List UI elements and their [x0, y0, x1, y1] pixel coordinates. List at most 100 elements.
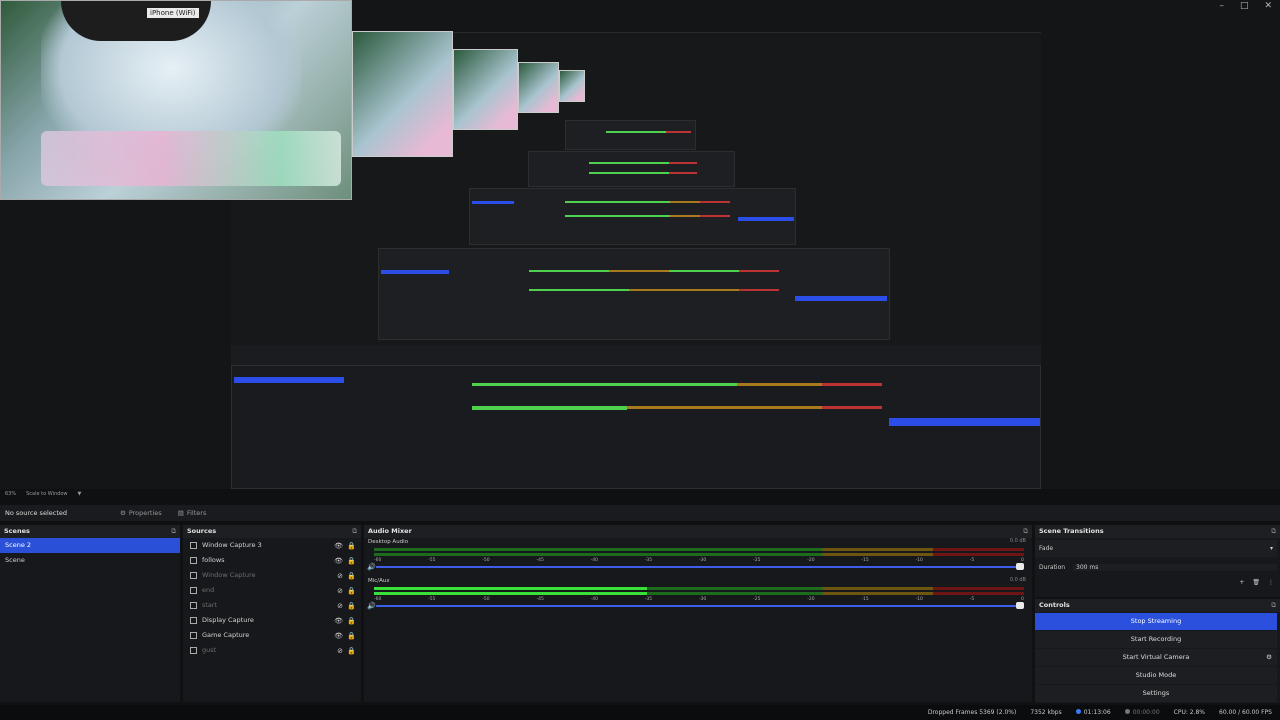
source-item[interactable]: Game Capture 👁 🔒: [183, 628, 361, 643]
mixer-channel: Desktop Audio 0.0 dB -60 -55 -50 -45 -40 -35 -30…: [364, 538, 1032, 577]
source-name: follows: [202, 556, 225, 564]
tick-label: -5: [969, 597, 975, 602]
sources-panel: Sources ⧉ Window Capture 3 👁 🔒 follows 👁 🔒 Wind…: [183, 525, 361, 714]
dropped-frames: Dropped Frames 5369 (2.0%): [927, 709, 1017, 716]
chevron-down-icon[interactable]: ▼: [78, 491, 82, 500]
no-source-label: No source selected: [5, 509, 67, 517]
channel-name: Desktop Audio: [368, 539, 409, 545]
maximize-icon[interactable]: □: [1240, 0, 1249, 12]
filters-button[interactable]: ▤ Filters: [172, 506, 213, 520]
eye-icon[interactable]: 👁: [334, 554, 343, 569]
bitrate: 7352 kbps: [1030, 709, 1062, 716]
lock-icon[interactable]: 🔒: [347, 539, 356, 554]
source-item[interactable]: Window Capture ⊘ 🔒: [183, 568, 361, 583]
lock-icon[interactable]: 🔒: [347, 569, 356, 584]
source-type-icon: [190, 647, 197, 654]
source-name: Game Capture: [202, 631, 250, 639]
nested-camera-3: [518, 62, 559, 113]
duration-field[interactable]: 300 ms: [1073, 564, 1277, 571]
channel-db: 0.0 dB: [1009, 538, 1026, 544]
status-bar: Dropped Frames 5369 (2.0%) 7352 kbps 01:…: [0, 705, 1280, 720]
eye-icon[interactable]: 👁: [334, 539, 343, 554]
start-virtual-camera-button[interactable]: Start Virtual Camera ⚙: [1035, 649, 1277, 666]
channel-name: Mic/Aux: [368, 578, 390, 584]
volume-knob[interactable]: [1016, 563, 1024, 570]
lock-icon[interactable]: 🔒: [347, 614, 356, 629]
docks: Scenes⧉ Scene 2Scene + 🗑 ▤ ⌃ ⌄ Sources⧉ …: [0, 525, 1280, 720]
start-recording-button[interactable]: Start Recording: [1035, 631, 1277, 648]
meter-ticks: -60 -55 -50 -45 -40 -35 -30 -25 -20 -15 -10 -5 0: [374, 558, 1024, 564]
scene-item[interactable]: Scene: [0, 553, 180, 568]
right-column: Scene Transitions ⧉ Fade ▾ Duration 300 m…: [1035, 525, 1280, 720]
filter-icon: ▤: [177, 509, 184, 517]
dock-undock-icon[interactable]: ⧉: [171, 525, 176, 538]
gear-icon[interactable]: ⚙: [1266, 649, 1272, 666]
tick-label: -35: [644, 558, 653, 563]
level-fill: [374, 592, 647, 595]
scene-item[interactable]: Scene 2: [0, 538, 180, 553]
close-icon[interactable]: ✕: [1264, 0, 1272, 12]
eye-icon[interactable]: 👁: [334, 614, 343, 629]
source-item[interactable]: start ⊘ 🔒: [183, 598, 361, 613]
tick-label: -25: [753, 558, 761, 563]
eye-hidden-icon[interactable]: ⊘: [337, 644, 343, 659]
source-type-icon: [190, 587, 197, 594]
nested-ui-level-2: [469, 188, 796, 245]
volume-knob[interactable]: [1016, 602, 1024, 609]
properties-button[interactable]: ⚙ Properties: [114, 506, 168, 520]
lock-icon[interactable]: 🔒: [347, 644, 356, 659]
lock-icon[interactable]: 🔒: [347, 629, 356, 644]
tick-label: -20: [807, 597, 815, 602]
stop-streaming-button[interactable]: Stop Streaming: [1035, 613, 1277, 630]
settings-button[interactable]: Settings: [1035, 685, 1277, 702]
volume-slider[interactable]: [376, 602, 1024, 609]
tick-label: -55: [428, 558, 436, 563]
minimize-icon[interactable]: –: [1219, 0, 1224, 12]
source-item[interactable]: gust ⊘ 🔒: [183, 643, 361, 658]
add-icon[interactable]: +: [1239, 579, 1244, 586]
audio-mixer-title: Audio Mixer: [368, 527, 412, 535]
lock-icon[interactable]: 🔒: [347, 554, 356, 569]
level-meter: [374, 548, 1024, 551]
lock-icon[interactable]: 🔒: [347, 599, 356, 614]
nested-camera-4: [559, 70, 585, 102]
tick-label: -40: [590, 597, 598, 602]
source-item[interactable]: follows 👁 🔒: [183, 553, 361, 568]
tick-label: -55: [428, 597, 436, 602]
source-name: start: [202, 601, 218, 609]
more-icon[interactable]: ⋮: [1268, 579, 1274, 586]
dock-undock-icon[interactable]: ⧉: [352, 525, 357, 538]
controls-panel: Controls ⧉ Stop Streaming Start Recording…: [1035, 599, 1280, 703]
level-meter: [374, 592, 1024, 595]
speaker-icon[interactable]: 🔊: [367, 563, 376, 571]
studio-mode-button[interactable]: Studio Mode: [1035, 667, 1277, 684]
camera-label: iPhone (WiFi): [147, 8, 199, 18]
source-item[interactable]: end ⊘ 🔒: [183, 583, 361, 598]
zoom-level[interactable]: 63%: [5, 491, 16, 500]
scale-mode[interactable]: Scale to Window: [26, 491, 67, 500]
source-item[interactable]: Display Capture 👁 🔒: [183, 613, 361, 628]
nested-ui-level-3: [528, 151, 735, 187]
dock-undock-icon[interactable]: ⧉: [1271, 525, 1276, 538]
meter-ticks: -60 -55 -50 -45 -40 -35 -30 -25 -20 -15 -10 -5 0: [374, 597, 1024, 603]
duration-row: Duration 300 ms: [1035, 559, 1280, 576]
volume-slider[interactable]: [376, 563, 1024, 570]
eye-hidden-icon[interactable]: ⊘: [337, 569, 343, 584]
tick-label: -20: [807, 558, 815, 563]
chevron-down-icon: ▾: [1269, 545, 1273, 552]
trash-icon[interactable]: 🗑: [1252, 579, 1260, 586]
speaker-icon[interactable]: 🔊: [367, 602, 376, 610]
eye-hidden-icon[interactable]: ⊘: [337, 599, 343, 614]
lock-icon[interactable]: 🔒: [347, 584, 356, 599]
camera-source[interactable]: iPhone (WiFi): [0, 0, 352, 200]
eye-icon[interactable]: 👁: [334, 629, 343, 644]
fps: 60.00 / 60.00 FPS: [1219, 709, 1272, 716]
eye-hidden-icon[interactable]: ⊘: [337, 584, 343, 599]
source-item[interactable]: Window Capture 3 👁 🔒: [183, 538, 361, 553]
transition-select[interactable]: Fade ▾: [1035, 540, 1277, 557]
tick-label: -50: [482, 558, 490, 563]
dock-undock-icon[interactable]: ⧉: [1023, 525, 1028, 538]
preview-canvas[interactable]: – □ ✕ iPhone (WiFi): [0, 0, 1280, 489]
dock-undock-icon[interactable]: ⧉: [1271, 599, 1276, 612]
audio-mixer-panel: Audio Mixer ⧉ Desktop Audio 0.0 dB -60 -55 -5…: [364, 525, 1032, 714]
